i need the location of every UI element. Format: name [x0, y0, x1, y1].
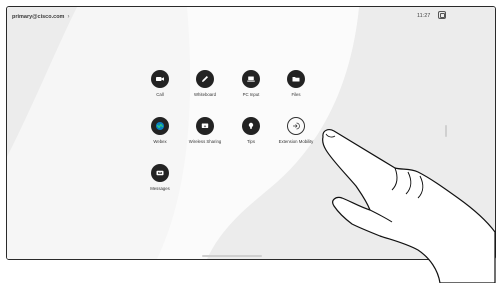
screen-share-icon[interactable]: [438, 11, 446, 19]
app-label: Extension Mobility: [278, 139, 314, 144]
wireless-share-icon: [196, 117, 214, 135]
video-camera-icon: [151, 70, 169, 88]
app-extension-mobility[interactable]: Extension Mobility: [273, 117, 319, 144]
app-label: Call: [156, 92, 164, 97]
app-messages[interactable]: Messages: [137, 164, 183, 191]
laptop-icon: [242, 70, 260, 88]
lightbulb-icon: [242, 117, 260, 135]
voicemail-icon: [151, 164, 169, 182]
app-label: Webex: [153, 139, 167, 144]
pencil-icon: [196, 70, 214, 88]
app-pc-input[interactable]: PC Input: [228, 70, 274, 97]
app-label: Messages: [150, 186, 170, 191]
sign-in-arrow-icon: [287, 117, 305, 135]
app-label: Files: [291, 92, 301, 97]
home-indicator[interactable]: [202, 255, 262, 257]
app-label: Whiteboard: [194, 92, 216, 97]
account-breadcrumb[interactable]: primary@cisco.com ›: [12, 12, 69, 22]
app-webex[interactable]: Webex: [137, 117, 183, 144]
webex-logo-icon: [151, 117, 169, 135]
app-call[interactable]: Call: [137, 70, 183, 97]
app-wireless-sharing[interactable]: Wireless Sharing: [182, 117, 228, 144]
app-label: Tips: [247, 139, 255, 144]
folder-icon: [287, 70, 305, 88]
app-tips[interactable]: Tips: [228, 117, 274, 144]
app-label: Wireless Sharing: [188, 139, 222, 144]
touch-panel-screen: primary@cisco.com › 11:27 Call Whiteboar…: [6, 6, 496, 260]
app-whiteboard[interactable]: Whiteboard: [182, 70, 228, 97]
app-label: PC Input: [242, 92, 260, 97]
account-email: primary@cisco.com: [12, 14, 65, 20]
clock: 11:27: [417, 13, 431, 19]
chevron-right-icon: ›: [67, 14, 70, 20]
app-files[interactable]: Files: [273, 70, 319, 97]
scroll-handle[interactable]: [445, 125, 447, 137]
